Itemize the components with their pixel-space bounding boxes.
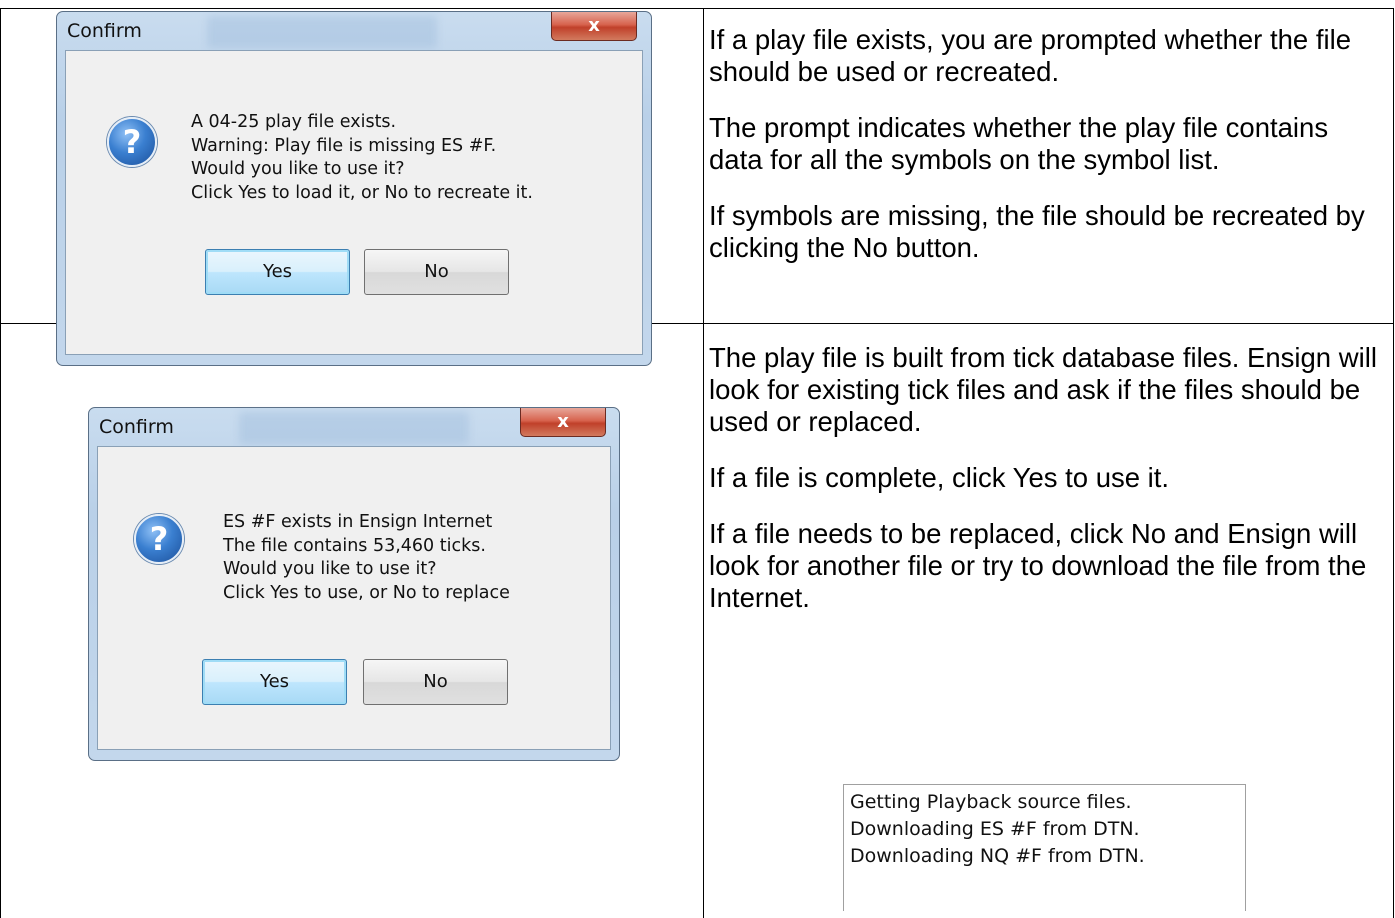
message-line: Click Yes to load it, or No to recreate … <box>191 182 533 203</box>
description-tick-file: The play file is built from tick databas… <box>709 342 1389 638</box>
description-play-file: If a play file exists, you are prompted … <box>709 24 1389 288</box>
yes-button[interactable]: Yes <box>202 659 347 705</box>
dialog-title: Confirm <box>99 416 174 438</box>
dialog-title-blur <box>207 16 437 48</box>
log-line: Downloading ES #F from DTN. <box>850 818 1140 840</box>
message-line: The file contains 53,460 ticks. <box>223 535 486 556</box>
table-column-divider <box>703 8 704 918</box>
question-icon: ? <box>134 514 184 564</box>
message-line: Would you like to use it? <box>223 559 437 579</box>
dialog-title: Confirm <box>67 20 142 42</box>
close-icon: x <box>557 411 569 432</box>
table-border-left <box>0 8 1 918</box>
log-line: Getting Playback source files. <box>850 791 1132 813</box>
no-button[interactable]: No <box>363 659 508 705</box>
paragraph: If a file is complete, click Yes to use … <box>709 462 1170 493</box>
dialog-message: ES #F exists in Ensign Internet The file… <box>223 511 510 605</box>
dialog-message: A 04-25 play file exists. Warning: Play … <box>191 111 533 205</box>
paragraph: If a file needs to be replaced, click No… <box>709 518 1367 613</box>
message-line: Warning: Play file is missing ES #F. <box>191 135 497 156</box>
no-button[interactable]: No <box>364 249 509 295</box>
status-log: Getting Playback source files. Downloadi… <box>843 784 1246 911</box>
question-icon: ? <box>107 117 157 167</box>
dialog-title-blur <box>239 412 469 444</box>
confirm-dialog-tick-file: Confirm x ? ES #F exists in Ensign Inter… <box>88 407 620 761</box>
paragraph: If symbols are missing, the file should … <box>709 200 1365 263</box>
dialog-client-area: ? ES #F exists in Ensign Internet The fi… <box>97 446 611 750</box>
paragraph: The prompt indicates whether the play fi… <box>709 112 1329 175</box>
message-line: Click Yes to use, or No to replace <box>223 582 510 603</box>
table-border-right <box>1393 8 1394 918</box>
log-line: Downloading NQ #F from DTN. <box>850 845 1145 867</box>
paragraph: The play file is built from tick databas… <box>709 342 1377 437</box>
close-icon: x <box>588 15 600 36</box>
close-button[interactable]: x <box>520 408 606 437</box>
table-border-top <box>0 8 1394 9</box>
message-line: A 04-25 play file exists. <box>191 112 397 132</box>
dialog-client-area: ? A 04-25 play file exists. Warning: Pla… <box>65 50 643 355</box>
document-table: Confirm x ? A 04-25 play file exists. Wa… <box>0 8 1394 918</box>
message-line: Would you like to use it? <box>191 159 405 179</box>
close-button[interactable]: x <box>551 12 637 41</box>
paragraph: If a play file exists, you are prompted … <box>709 24 1351 87</box>
yes-button[interactable]: Yes <box>205 249 350 295</box>
message-line: ES #F exists in Ensign Internet <box>223 512 493 532</box>
confirm-dialog-play-file: Confirm x ? A 04-25 play file exists. Wa… <box>56 11 652 366</box>
